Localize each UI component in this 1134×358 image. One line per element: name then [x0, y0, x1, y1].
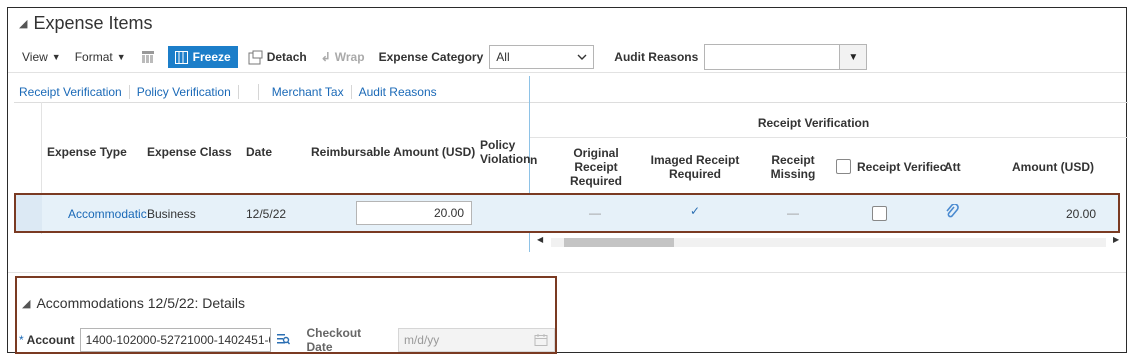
view-menu[interactable]: View ▼ — [22, 50, 61, 64]
format-menu-label: Format — [74, 50, 113, 64]
toolbar: View ▼ Format ▼ Freeze Detach ↲ Wrap Expen… — [22, 44, 868, 70]
scrollbar-thumb[interactable] — [564, 238, 674, 247]
horizontal-scrollbar[interactable]: ◀ ▶ — [537, 235, 1122, 248]
col-header-receipt-verified: Receipt Verifiec — [857, 159, 947, 174]
scroll-left-arrow-icon[interactable]: ◀ — [537, 235, 543, 244]
checkout-date-placeholder: m/d/yy — [403, 333, 440, 347]
verification-links: Receipt Verification Policy Verification… — [19, 84, 444, 100]
link-receipt-verification[interactable]: Receipt Verification — [19, 85, 130, 99]
col-header-original-receipt[interactable]: Original Receipt Required — [564, 146, 628, 188]
account-search-icon[interactable] — [276, 332, 291, 349]
link-separator — [239, 84, 259, 100]
chevron-down-icon — [577, 54, 587, 60]
freeze-columns-icon — [174, 50, 188, 64]
details-section: ◢ Accommodations 12/5/22: Details * Acco… — [15, 276, 557, 354]
wrap-icon: ↲ — [320, 50, 331, 64]
col-header-imaged-receipt[interactable]: Imaged Receipt Required — [648, 153, 742, 181]
cell-imaged-receipt-check-icon: ✓ — [690, 204, 701, 218]
expense-items-panel: ◢ Expense Items View ▼ Format ▼ Freeze Det… — [7, 7, 1128, 354]
account-label: Account — [26, 333, 75, 347]
panel-header[interactable]: ◢ Expense Items — [19, 13, 153, 34]
table-row[interactable]: Accommodatic Business 12/5/22 20.00 — ✓ … — [14, 193, 1120, 233]
collapse-triangle-icon[interactable]: ◢ — [22, 297, 30, 310]
receipt-verified-checkbox[interactable] — [872, 206, 887, 221]
link-merchant-tax[interactable]: Merchant Tax — [265, 85, 352, 99]
col-header-policy-violation[interactable]: Policy Violation — [480, 138, 530, 166]
collapse-triangle-icon[interactable]: ◢ — [19, 17, 27, 30]
col-header-expense-class[interactable]: Expense Class — [147, 145, 232, 159]
col-header-date[interactable]: Date — [246, 145, 272, 159]
freeze-button[interactable]: Freeze — [167, 46, 238, 68]
divider — [8, 72, 1126, 73]
format-menu[interactable]: Format ▼ — [75, 50, 126, 64]
cell-original-receipt: — — [589, 206, 601, 220]
required-marker: * — [19, 333, 24, 347]
account-field-row: * Account 1400-102000-52721000-1402451-0… — [19, 326, 556, 354]
details-header[interactable]: ◢ Accommodations 12/5/22: Details — [22, 295, 245, 311]
format-menu-caret-icon: ▼ — [116, 52, 126, 62]
columns-icon-button[interactable] — [140, 49, 156, 65]
link-policy-verification[interactable]: Policy Verification — [130, 85, 239, 99]
audit-reasons-label: Audit Reasons — [614, 50, 699, 64]
cell-expense-class: Business — [147, 207, 196, 221]
detach-label: Detach — [266, 50, 307, 64]
columns-icon — [141, 51, 154, 63]
expense-items-table: Receipt Verification Expense Type Expens… — [14, 76, 1128, 252]
col-header-receipt-missing[interactable]: Receipt Missing — [762, 153, 824, 181]
view-menu-caret-icon: ▼ — [51, 52, 61, 62]
audit-reasons-select[interactable]: ▼ — [704, 44, 868, 70]
details-title: Accommodations 12/5/22: Details — [36, 295, 246, 311]
attachment-icon[interactable] — [945, 203, 959, 225]
cell-amount: 20.00 — [1066, 207, 1097, 221]
section-divider — [8, 272, 1126, 273]
checkout-date-input[interactable]: m/d/yy — [397, 328, 556, 352]
group-header-divider — [530, 137, 1128, 138]
wrap-button[interactable]: ↲ Wrap — [321, 50, 365, 64]
select-all-checkbox[interactable] — [836, 159, 851, 174]
checkout-date-label: Checkout Date — [306, 326, 362, 354]
cell-expense-type[interactable]: Accommodatic — [68, 207, 147, 221]
wrap-label: Wrap — [334, 50, 365, 64]
link-audit-reasons[interactable]: Audit Reasons — [352, 85, 444, 99]
col-header-expense-type[interactable]: Expense Type — [47, 145, 127, 159]
reimbursable-amount-input[interactable]: 20.00 — [356, 201, 472, 225]
col-header-reimbursable-amount[interactable]: Reimbursable Amount (USD) — [311, 145, 475, 159]
group-header-receipt-verification: Receipt Verification — [757, 116, 870, 130]
col-header-att[interactable]: Att — [944, 160, 961, 174]
col-header-amount[interactable]: Amount (USD) — [1012, 160, 1094, 174]
expense-category-label: Expense Category — [378, 50, 484, 64]
caret-down-icon: ▼ — [848, 51, 859, 63]
account-input[interactable]: 1400-102000-52721000-1402451-000( — [79, 328, 272, 352]
table-top-border — [14, 102, 1128, 103]
row-header-cell — [16, 195, 42, 231]
cell-date: 12/5/22 — [246, 207, 287, 221]
detach-button[interactable]: Detach — [248, 50, 307, 65]
panel-title: Expense Items — [33, 13, 153, 33]
view-menu-label: View — [22, 50, 48, 64]
scroll-right-arrow-icon[interactable]: ▶ — [1113, 235, 1119, 244]
freeze-label: Freeze — [192, 50, 231, 64]
expense-category-select[interactable]: All — [489, 45, 595, 69]
detach-icon — [248, 50, 263, 64]
expense-category-value: All — [496, 50, 510, 64]
cell-receipt-missing: — — [787, 206, 799, 220]
calendar-icon[interactable] — [534, 333, 548, 350]
select-all-receipt-verified[interactable]: Receipt Verifiec — [836, 159, 946, 174]
audit-reasons-dropdown-button[interactable]: ▼ — [839, 45, 867, 69]
col-header-policy-violation-overflow: n — [530, 153, 538, 167]
